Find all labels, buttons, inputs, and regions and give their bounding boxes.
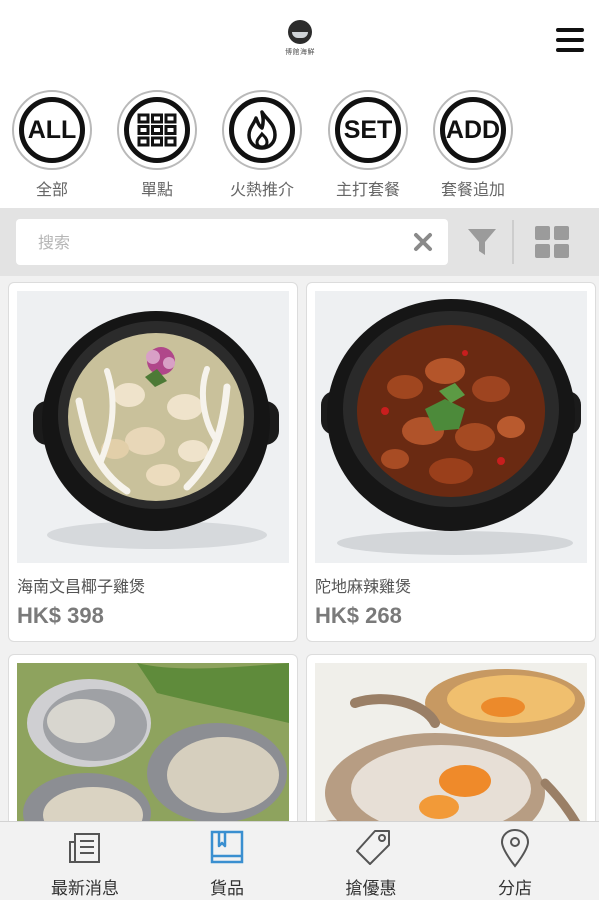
flame-icon xyxy=(229,97,295,163)
category-all[interactable]: ALL 全部 xyxy=(2,88,102,206)
brand-logo[interactable]: 博館海鮮 xyxy=(282,20,318,60)
product-card[interactable]: 海南文昌椰子雞煲 HK$ 398 xyxy=(8,282,298,642)
product-name: 海南文昌椰子雞煲 xyxy=(17,577,146,596)
product-grid: 海南文昌椰子雞煲 HK$ 398 陀地麻辣雞煲 HK$ 268 xyxy=(0,276,599,821)
category-label: 主打套餐 xyxy=(335,180,400,199)
grid-view-icon[interactable] xyxy=(534,225,570,259)
book-icon xyxy=(209,828,245,868)
product-image xyxy=(315,291,587,563)
product-name: 陀地麻辣雞煲 xyxy=(315,577,412,596)
nav-deals[interactable]: 搶優惠 xyxy=(296,822,446,900)
product-image xyxy=(17,663,289,821)
product-card[interactable] xyxy=(306,654,596,821)
header: 博館海鮮 xyxy=(0,0,599,84)
category-hot-button[interactable] xyxy=(222,90,302,170)
category-single[interactable]: 單點 xyxy=(107,88,207,206)
category-all-button[interactable]: ALL xyxy=(12,90,92,170)
hamburger-icon[interactable] xyxy=(552,24,588,56)
product-price: HK$ 398 xyxy=(17,603,104,628)
close-icon[interactable] xyxy=(412,231,434,253)
category-single-button[interactable] xyxy=(117,90,197,170)
category-add-button[interactable]: ADD xyxy=(433,90,513,170)
logo-text: 博館海鮮 xyxy=(285,48,315,56)
all-icon: ALL xyxy=(19,97,85,163)
search-box xyxy=(16,219,448,265)
product-image xyxy=(315,663,587,821)
product-card[interactable]: 陀地麻辣雞煲 HK$ 268 xyxy=(306,282,596,642)
divider xyxy=(512,220,514,264)
filter-icon[interactable] xyxy=(466,226,498,258)
category-label: 火熱推介 xyxy=(229,180,294,199)
product-card[interactable] xyxy=(8,654,298,821)
search-input[interactable] xyxy=(38,219,408,265)
set-icon: SET xyxy=(335,97,401,163)
grid-icon xyxy=(124,97,190,163)
category-set[interactable]: SET 主打套餐 xyxy=(318,88,418,206)
category-set-button[interactable]: SET xyxy=(328,90,408,170)
nav-label: 貨品 xyxy=(210,879,244,899)
category-add[interactable]: ADD 套餐追加 xyxy=(423,88,523,206)
nav-branches[interactable]: 分店 xyxy=(440,822,590,900)
product-price: HK$ 268 xyxy=(315,603,402,628)
nav-products[interactable]: 貨品 xyxy=(152,822,302,900)
category-label: 套餐追加 xyxy=(440,180,505,199)
bottom-nav: 最新消息 貨品 搶優惠 分店 xyxy=(0,821,599,900)
product-image xyxy=(17,291,289,563)
nav-label: 搶優惠 xyxy=(345,879,397,899)
nav-label: 最新消息 xyxy=(51,879,119,899)
category-label: 單點 xyxy=(140,180,173,199)
location-pin-icon xyxy=(497,828,533,868)
tag-icon xyxy=(353,828,390,868)
nav-label: 分店 xyxy=(498,879,532,899)
news-icon xyxy=(67,828,103,868)
app-screen: 博館海鮮 ALL 全部 單點 火熱推介 SET 主打套餐 ADD 套餐追加 搜索… xyxy=(0,0,599,900)
nav-news[interactable]: 最新消息 xyxy=(10,822,160,900)
add-icon: ADD xyxy=(440,97,506,163)
logo-mark-icon xyxy=(288,20,312,44)
search-bar xyxy=(0,208,599,276)
category-bar: ALL 全部 單點 火熱推介 SET 主打套餐 ADD 套餐追加 xyxy=(0,88,599,206)
category-label: 全部 xyxy=(35,180,68,199)
category-hot[interactable]: 火熱推介 xyxy=(212,88,312,206)
